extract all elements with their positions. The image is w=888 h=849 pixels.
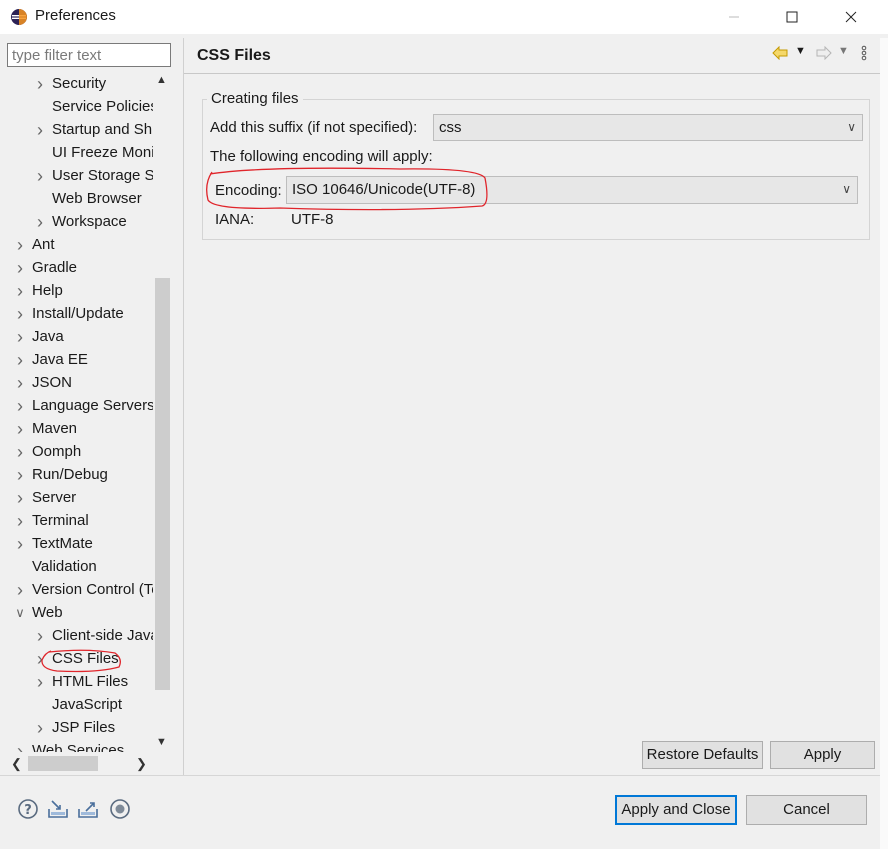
restore-defaults-button[interactable]: Restore Defaults	[642, 741, 763, 769]
expand-arrow-right-icon[interactable]: ›	[33, 119, 47, 141]
expand-arrow-right-icon[interactable]: ›	[13, 579, 27, 601]
apply-and-close-button[interactable]: Apply and Close	[615, 795, 737, 825]
expand-arrow-right-icon[interactable]: ›	[13, 280, 27, 302]
expand-arrow-right-icon[interactable]: ›	[13, 303, 27, 325]
horizontal-scroll-thumb[interactable]	[28, 756, 98, 771]
import-icon[interactable]	[46, 797, 70, 821]
tree-item[interactable]: Web Browser	[52, 188, 142, 210]
vertical-scroll-thumb[interactable]	[155, 278, 170, 690]
header-separator	[184, 73, 880, 74]
expand-arrow-right-icon[interactable]: ›	[13, 395, 27, 417]
expand-arrow-right-icon[interactable]: ›	[33, 73, 47, 95]
close-button[interactable]	[828, 0, 874, 34]
annotation-circle-css-files	[41, 649, 121, 673]
expand-arrow-right-icon[interactable]: ›	[33, 211, 47, 233]
help-icon[interactable]: ?	[16, 797, 40, 821]
filter-input[interactable]	[7, 43, 171, 67]
expand-arrow-right-icon[interactable]: ›	[13, 349, 27, 371]
tree-item[interactable]: Service Policies	[52, 96, 153, 118]
expand-arrow-right-icon[interactable]: ›	[13, 418, 27, 440]
minimize-icon	[729, 16, 739, 18]
window-edge	[880, 38, 888, 849]
tree-item[interactable]: Workspace	[52, 211, 127, 233]
expand-arrow-right-icon[interactable]: ›	[13, 257, 27, 279]
apply-button[interactable]: Apply	[770, 741, 875, 769]
tree-item[interactable]: Server	[32, 487, 76, 509]
page-title: CSS Files	[197, 47, 271, 64]
tree-item[interactable]: Validation	[32, 556, 97, 578]
more-options-icon[interactable]	[861, 45, 867, 61]
tree-item[interactable]: Help	[32, 280, 63, 302]
maximize-icon	[786, 11, 798, 23]
expand-arrow-down-icon[interactable]: ∨	[13, 602, 27, 624]
expand-arrow-right-icon[interactable]: ›	[13, 441, 27, 463]
tree-item[interactable]: Run/Debug	[32, 464, 108, 486]
expand-arrow-right-icon[interactable]: ›	[33, 625, 47, 647]
footer-separator	[0, 775, 888, 776]
tree-item[interactable]: Gradle	[32, 257, 77, 279]
tree-item[interactable]: UI Freeze Monitoring	[52, 142, 153, 164]
cancel-button[interactable]: Cancel	[746, 795, 867, 825]
expand-arrow-right-icon[interactable]: ›	[13, 234, 27, 256]
annotation-circle-encoding	[206, 167, 488, 211]
expand-arrow-right-icon[interactable]: ›	[33, 717, 47, 739]
expand-arrow-right-icon[interactable]: ›	[13, 510, 27, 532]
svg-text:?: ?	[24, 803, 32, 818]
forward-menu-chevron-icon[interactable]: ▼	[838, 45, 849, 57]
expand-arrow-right-icon[interactable]: ›	[13, 464, 27, 486]
tree-item[interactable]: Security	[52, 73, 106, 95]
expand-arrow-right-icon[interactable]: ›	[13, 533, 27, 555]
tree-item[interactable]: Version Control (Team)	[32, 579, 153, 601]
back-menu-chevron-icon[interactable]: ▼	[795, 45, 806, 57]
expand-arrow-right-icon[interactable]: ›	[13, 326, 27, 348]
expand-arrow-right-icon[interactable]: ›	[13, 740, 27, 752]
minimize-button[interactable]	[711, 0, 757, 34]
suffix-label: Add this suffix (if not specified):	[210, 119, 418, 136]
expand-arrow-right-icon[interactable]: ›	[33, 165, 47, 187]
tree-item[interactable]: Language Servers	[32, 395, 153, 417]
tree-item[interactable]: Web Services	[32, 740, 124, 752]
scroll-up-icon[interactable]: ▲	[156, 74, 167, 86]
chevron-down-icon: ∨	[842, 182, 851, 196]
tree-item[interactable]: Client-side JavaScript	[52, 625, 153, 647]
forward-arrow-icon[interactable]	[816, 46, 832, 60]
export-icon[interactable]	[76, 797, 100, 821]
tree-item[interactable]: JavaScript	[52, 694, 122, 716]
tree-item[interactable]: Oomph	[32, 441, 81, 463]
tree-item[interactable]: JSON	[32, 372, 72, 394]
tree-item[interactable]: Web	[32, 602, 63, 624]
tree-item[interactable]: Terminal	[32, 510, 89, 532]
back-arrow-icon[interactable]	[772, 46, 788, 60]
expand-arrow-right-icon[interactable]: ›	[13, 372, 27, 394]
tree-item[interactable]: Startup and Shutdown	[52, 119, 153, 141]
tree-item[interactable]: Install/Update	[32, 303, 124, 325]
scroll-down-icon[interactable]: ▼	[156, 736, 167, 748]
scroll-left-icon[interactable]: ❮	[11, 756, 22, 772]
tree-item[interactable]: JSP Files	[52, 717, 115, 739]
eclipse-icon	[11, 9, 27, 25]
suffix-combo[interactable]: css ∨	[433, 114, 863, 141]
record-icon[interactable]	[108, 797, 132, 821]
scroll-right-icon[interactable]: ❯	[136, 756, 147, 772]
tree-item[interactable]: Maven	[32, 418, 77, 440]
close-icon	[845, 11, 857, 23]
expand-arrow-right-icon[interactable]: ›	[13, 487, 27, 509]
tree-item[interactable]: TextMate	[32, 533, 93, 555]
window-title: Preferences	[35, 7, 116, 24]
tree-item[interactable]: User Storage Service	[52, 165, 153, 187]
tree-item[interactable]: Ant	[32, 234, 55, 256]
suffix-value: css	[439, 119, 462, 136]
encoding-note: The following encoding will apply:	[210, 148, 433, 165]
chevron-down-icon: ∨	[847, 120, 856, 134]
tree-item[interactable]: Java	[32, 326, 64, 348]
group-label: Creating files	[207, 90, 303, 107]
maximize-button[interactable]	[769, 0, 815, 34]
tree-item[interactable]: Java EE	[32, 349, 88, 371]
